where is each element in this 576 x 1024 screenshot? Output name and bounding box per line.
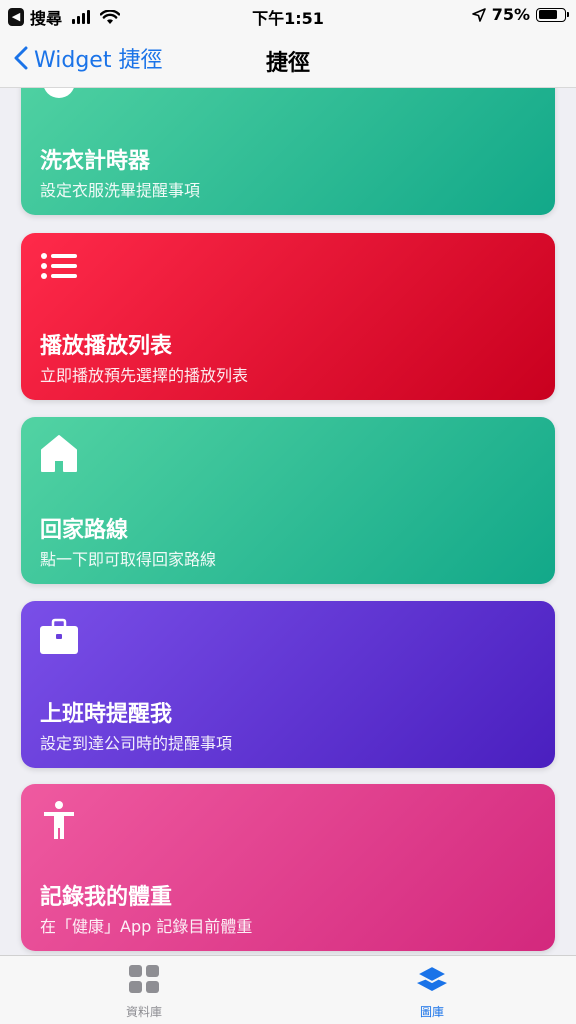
grid-icon: [129, 965, 159, 993]
battery-icon: [536, 7, 569, 22]
navigation-bar: Widget 捷徑 捷徑: [0, 32, 576, 88]
shortcut-card-work-reminder[interactable]: 上班時提醒我 設定到達公司時的提醒事項: [21, 601, 555, 768]
card-subtitle: 點一下即可取得回家路線: [40, 550, 217, 569]
tab-label: 圖庫: [419, 1005, 444, 1019]
shortcut-card-directions-home[interactable]: 回家路線 點一下即可取得回家路線: [21, 417, 555, 584]
timer-icon: [44, 88, 74, 98]
briefcase-icon: [40, 618, 78, 654]
tab-bar: 資料庫 圖庫: [0, 955, 576, 1024]
person-icon: [44, 801, 74, 839]
status-bar: ◀ 搜尋 下午1:51 75%: [0, 0, 576, 32]
tab-library[interactable]: 資料庫: [84, 964, 204, 1020]
shortcut-card-play-playlist[interactable]: 播放播放列表 立即播放預先選擇的播放列表: [21, 233, 555, 400]
battery-level: [538, 10, 558, 19]
status-right: 75%: [471, 5, 569, 24]
card-title: 回家路線: [40, 518, 129, 543]
house-icon: [41, 435, 77, 472]
location-arrow-icon: [471, 7, 486, 22]
card-title: 記錄我的體重: [40, 885, 173, 910]
card-title: 上班時提醒我: [40, 702, 173, 727]
tab-gallery[interactable]: 圖庫: [372, 964, 492, 1020]
shortcut-gallery-list[interactable]: 洗衣計時器 設定衣服洗畢提醒事項 播放播放列表 立即播放預先選擇的播放列表 回家…: [0, 88, 576, 955]
card-subtitle: 在「健康」App 記錄目前體重: [40, 917, 253, 936]
list-icon: [41, 253, 77, 279]
tab-label: 資料庫: [125, 1005, 162, 1019]
card-subtitle: 立即播放預先選擇的播放列表: [40, 366, 249, 385]
page-title: 捷徑: [265, 51, 310, 76]
battery-percent: 75%: [491, 5, 530, 24]
shortcut-card-laundry-timer[interactable]: 洗衣計時器 設定衣服洗畢提醒事項: [21, 88, 555, 215]
card-title: 播放播放列表: [40, 334, 173, 359]
card-subtitle: 設定到達公司時的提醒事項: [40, 734, 233, 753]
shortcut-card-log-weight[interactable]: 記錄我的體重 在「健康」App 記錄目前體重: [21, 784, 555, 951]
card-title: 洗衣計時器: [40, 149, 151, 174]
layers-icon: [416, 965, 448, 991]
card-subtitle: 設定衣服洗畢提醒事項: [40, 181, 201, 200]
